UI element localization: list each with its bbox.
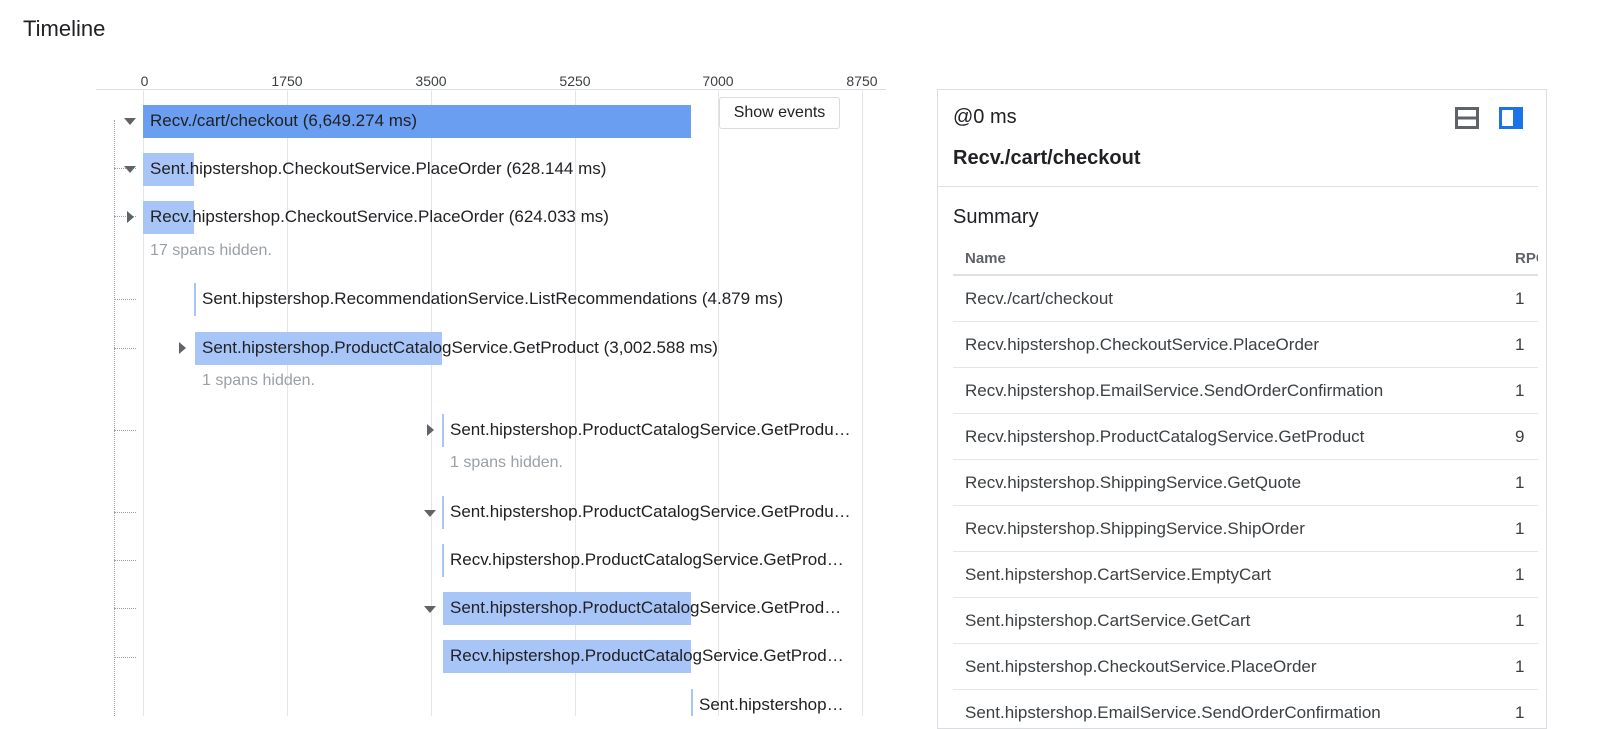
- expand-caret-icon[interactable]: [179, 342, 186, 354]
- tree-connector: [114, 299, 136, 300]
- side-panel-layout-button[interactable]: [1498, 106, 1524, 130]
- table-row[interactable]: Recv.hipstershop.EmailService.SendOrderC…: [953, 368, 1538, 414]
- row-name: Sent.hipstershop.CheckoutService.PlaceOr…: [953, 644, 1503, 690]
- row-rpcs: 1: [1503, 644, 1538, 690]
- span-bar[interactable]: [442, 544, 444, 577]
- row-name: Sent.hipstershop.CartService.GetCart: [953, 598, 1503, 644]
- row-name: Recv.hipstershop.ShippingService.GetQuot…: [953, 460, 1503, 506]
- row-rpcs: 1: [1503, 322, 1538, 368]
- stacked-layout-button[interactable]: [1454, 106, 1480, 130]
- span-label[interactable]: Sent.hipstershop.CheckoutService.PlaceOr…: [150, 158, 606, 180]
- axis-tick-label: 0: [141, 73, 149, 89]
- span-label[interactable]: Recv.hipstershop.ProductCatalogService.G…: [450, 549, 844, 571]
- row-rpcs: 1: [1503, 275, 1538, 322]
- row-name: Recv.hipstershop.CheckoutService.PlaceOr…: [953, 322, 1503, 368]
- row-rpcs: 1: [1503, 598, 1538, 644]
- selected-span-name: Recv./cart/checkout: [953, 147, 1141, 170]
- axis-tick-label: 5250: [559, 73, 590, 89]
- table-row[interactable]: Sent.hipstershop.CartService.EmptyCart1: [953, 552, 1538, 598]
- span-label[interactable]: Sent.hipstershop.ProductCatalogService.G…: [450, 597, 841, 619]
- grid-line: [287, 89, 288, 716]
- row-name: Sent.hipstershop.EmailService.SendOrderC…: [953, 690, 1503, 729]
- tree-connector: [114, 608, 136, 609]
- tree-connector: [114, 560, 136, 561]
- span-label[interactable]: Sent.hipstershop…: [699, 694, 844, 716]
- table-header-row: Name RPC: [953, 242, 1538, 275]
- axis-tick-label: 3500: [415, 73, 446, 89]
- expand-caret-icon[interactable]: [127, 211, 134, 223]
- span-bar[interactable]: [691, 689, 693, 716]
- tree-connector: [114, 348, 136, 349]
- axis-tick-label: 1750: [271, 73, 302, 89]
- row-name: Recv.hipstershop.EmailService.SendOrderC…: [953, 368, 1503, 414]
- collapse-caret-icon[interactable]: [124, 118, 136, 125]
- row-rpcs: 1: [1503, 460, 1538, 506]
- row-rpcs: 1: [1503, 506, 1538, 552]
- stacked-layout-icon: [1454, 106, 1480, 130]
- table-row[interactable]: Sent.hipstershop.EmailService.SendOrderC…: [953, 690, 1538, 729]
- span-offset: @0 ms: [953, 106, 1017, 129]
- span-label[interactable]: Recv./cart/checkout (6,649.274 ms): [150, 110, 417, 132]
- row-name: Recv.hipstershop.ShippingService.ShipOrd…: [953, 506, 1503, 552]
- row-name: Recv.hipstershop.ProductCatalogService.G…: [953, 414, 1503, 460]
- panel-divider: [938, 186, 1538, 187]
- tree-connector: [114, 512, 136, 513]
- tree-connector: [114, 657, 136, 658]
- span-label[interactable]: Sent.hipstershop.ProductCatalogService.G…: [450, 501, 851, 523]
- span-label[interactable]: Recv.hipstershop.ProductCatalogService.G…: [450, 645, 844, 667]
- show-events-button[interactable]: Show events: [719, 97, 840, 129]
- tree-connector: [114, 430, 136, 431]
- table-row[interactable]: Recv.hipstershop.ShippingService.GetQuot…: [953, 460, 1538, 506]
- row-rpcs: 1: [1503, 552, 1538, 598]
- table-row[interactable]: Recv./cart/checkout1: [953, 275, 1538, 322]
- hidden-spans-note: 17 spans hidden.: [150, 242, 272, 260]
- grid-line: [431, 89, 432, 716]
- row-rpcs: 1: [1503, 690, 1538, 729]
- timeline-chart: 0 1750 3500 5250 7000 8750 Recv./cart/ch…: [96, 68, 886, 716]
- tree-guide-line: [114, 120, 115, 716]
- span-label[interactable]: Sent.hipstershop.ProductCatalogService.G…: [202, 337, 718, 359]
- row-name: Sent.hipstershop.CartService.EmptyCart: [953, 552, 1503, 598]
- table-row[interactable]: Recv.hipstershop.ShippingService.ShipOrd…: [953, 506, 1538, 552]
- span-bar[interactable]: [442, 496, 444, 529]
- span-details-panel: @0 ms Recv./cart/checkout Summary Name R…: [937, 89, 1547, 729]
- table-row[interactable]: Recv.hipstershop.ProductCatalogService.G…: [953, 414, 1538, 460]
- table-row[interactable]: Recv.hipstershop.CheckoutService.PlaceOr…: [953, 322, 1538, 368]
- grid-line: [862, 89, 863, 716]
- axis-tick-label: 8750: [846, 73, 877, 89]
- table-row[interactable]: Sent.hipstershop.CheckoutService.PlaceOr…: [953, 644, 1538, 690]
- axis-tick-label: 7000: [702, 73, 733, 89]
- grid-line: [718, 89, 719, 716]
- column-header-name[interactable]: Name: [953, 242, 1503, 275]
- span-label[interactable]: Sent.hipstershop.RecommendationService.L…: [202, 288, 783, 310]
- hidden-spans-note: 1 spans hidden.: [450, 454, 563, 472]
- summary-table: Name RPC Recv./cart/checkout1 Recv.hipst…: [953, 242, 1538, 729]
- table-row[interactable]: Sent.hipstershop.CartService.GetCart1: [953, 598, 1538, 644]
- summary-heading: Summary: [953, 206, 1039, 229]
- span-bar[interactable]: [442, 414, 444, 447]
- span-label[interactable]: Recv.hipstershop.CheckoutService.PlaceOr…: [150, 206, 609, 228]
- axis-baseline: [96, 89, 886, 90]
- span-label[interactable]: Sent.hipstershop.ProductCatalogService.G…: [450, 419, 851, 441]
- expand-caret-icon[interactable]: [427, 424, 434, 436]
- page-title: Timeline: [23, 16, 105, 42]
- column-header-rpcs[interactable]: RPC: [1503, 242, 1538, 275]
- row-rpcs: 9: [1503, 414, 1538, 460]
- collapse-caret-icon[interactable]: [424, 510, 436, 517]
- collapse-caret-icon[interactable]: [424, 606, 436, 613]
- side-panel-layout-icon: [1498, 106, 1524, 130]
- collapse-caret-icon[interactable]: [124, 166, 136, 173]
- row-name: Recv./cart/checkout: [953, 275, 1503, 322]
- hidden-spans-note: 1 spans hidden.: [202, 372, 315, 390]
- span-bar[interactable]: [194, 283, 196, 316]
- row-rpcs: 1: [1503, 368, 1538, 414]
